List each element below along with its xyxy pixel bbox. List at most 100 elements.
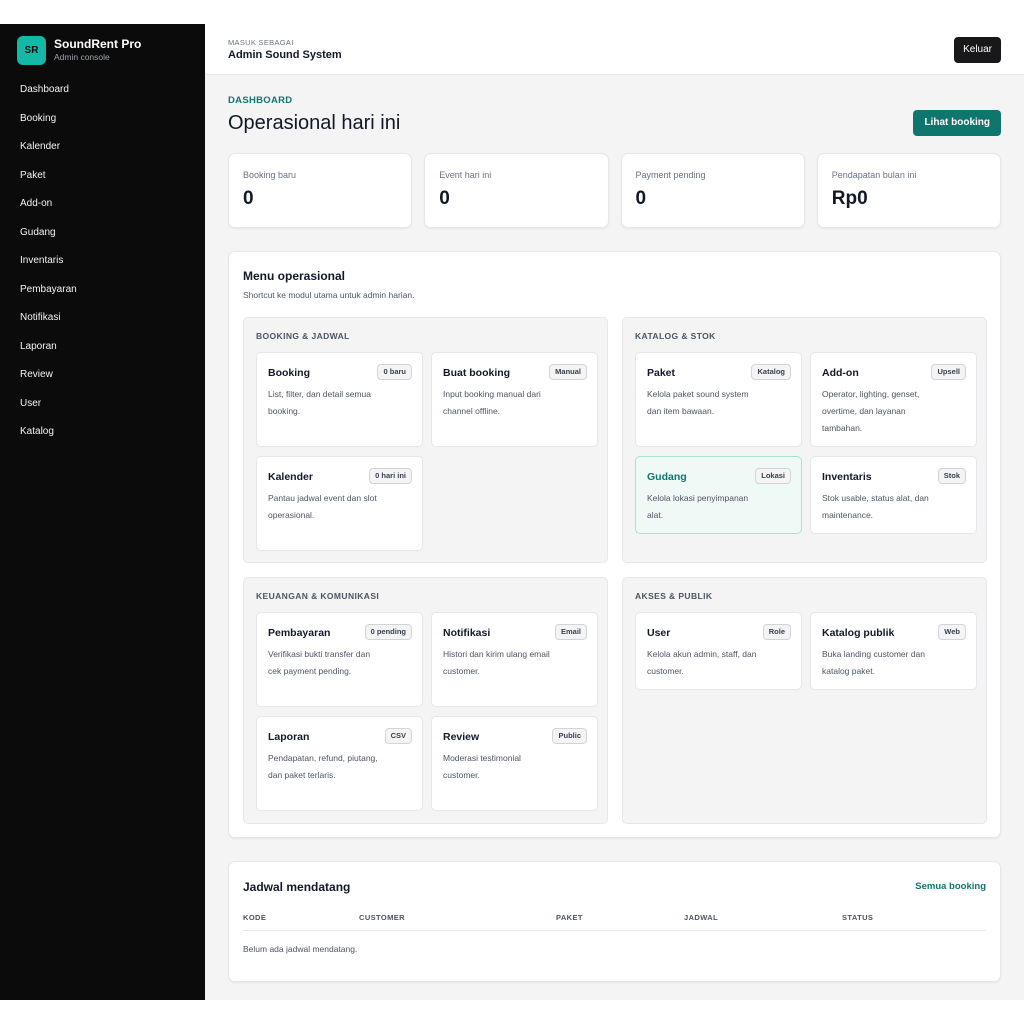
sidebar-item-dashboard[interactable]: Dashboard	[0, 76, 205, 105]
card-description: Histori dan kirim ulang email customer.	[443, 649, 550, 676]
card-badge: Katalog	[751, 364, 791, 380]
table-header: KODE CUSTOMER PAKET JADWAL STATUS	[243, 913, 986, 931]
card-badge: Public	[552, 728, 587, 744]
group-title: KATALOG & STOK	[635, 331, 716, 341]
card-title: Booking	[268, 367, 310, 379]
card-title: Buat booking	[443, 367, 511, 379]
card-inventory[interactable]: Inventaris Stok Stok usable, status alat…	[810, 456, 977, 534]
card-badge: Role	[762, 624, 791, 640]
sidebar-item-user[interactable]: User	[0, 390, 205, 419]
sidebar-item-paket[interactable]: Paket	[0, 162, 205, 191]
card-title: Katalog publik	[822, 627, 895, 639]
stat-value: 0	[243, 188, 254, 209]
group-finance-communication: KEUANGAN & KOMUNIKASI Pembayaran 0 pendi…	[243, 577, 608, 824]
card-payment[interactable]: Pembayaran 0 pending Verifikasi bukti tr…	[256, 612, 423, 707]
sidebar: SR SoundRent Pro Admin console Dashboard…	[0, 24, 205, 1000]
sidebar-nav: Dashboard Booking Kalender Paket Add-on …	[0, 76, 205, 447]
card-user[interactable]: User Role Kelola akun admin, staff, dan …	[635, 612, 802, 690]
brand[interactable]: SR SoundRent Pro Admin console	[0, 24, 205, 76]
card-badge: Stok	[937, 468, 966, 484]
card-title: Notifikasi	[443, 627, 491, 639]
card-description: List, filter, dan detail semua booking.	[268, 389, 372, 416]
column-header-customer: CUSTOMER	[359, 913, 405, 922]
card-report[interactable]: Laporan CSV Pendapatan, refund, piutang,…	[256, 716, 423, 811]
sidebar-item-add-on[interactable]: Add-on	[0, 190, 205, 219]
sidebar-item-laporan[interactable]: Laporan	[0, 333, 205, 362]
panel-subtitle: Shortcut ke modul utama untuk admin hari…	[243, 290, 415, 300]
card-booking[interactable]: Booking 0 baru List, filter, dan detail …	[256, 352, 423, 447]
stat-label: Payment pending	[635, 170, 706, 180]
card-badge: CSV	[384, 728, 412, 744]
stat-card-payment-pending: Payment pending 0	[620, 153, 805, 228]
card-notification[interactable]: Notifikasi Email Histori dan kirim ulang…	[431, 612, 598, 707]
empty-state: Belum ada jadwal mendatang.	[243, 944, 358, 954]
card-badge: Email	[554, 624, 587, 640]
sidebar-item-inventaris[interactable]: Inventaris	[0, 247, 205, 276]
card-description: Moderasi testimonial customer.	[443, 753, 521, 780]
card-description: Stok usable, status alat, dan maintenanc…	[822, 493, 929, 520]
main-content: MASUK SEBAGAI Admin Sound System Keluar …	[205, 24, 1024, 1000]
column-header-status: STATUS	[842, 913, 874, 922]
sidebar-item-pembayaran[interactable]: Pembayaran	[0, 276, 205, 305]
schedule-title: Jadwal mendatang	[243, 880, 351, 894]
card-add-on[interactable]: Add-on Upsell Operator, lighting, genset…	[810, 352, 977, 447]
sidebar-item-kalender[interactable]: Kalender	[0, 133, 205, 162]
page-kicker: DASHBOARD	[228, 95, 293, 106]
page-title: Operasional hari ini	[228, 112, 401, 134]
card-description: Kelola paket sound system dan item bawaa…	[647, 389, 749, 416]
logout-button[interactable]: Keluar	[954, 37, 1001, 63]
card-create-booking[interactable]: Buat booking Manual Input booking manual…	[431, 352, 598, 447]
stat-label: Booking baru	[243, 170, 297, 180]
group-title: KEUANGAN & KOMUNIKASI	[256, 591, 380, 601]
card-description: Operator, lighting, genset, overtime, da…	[822, 389, 920, 433]
group-booking-schedule: BOOKING & JADWAL Booking 0 baru List, fi…	[243, 317, 608, 563]
sidebar-item-gudang[interactable]: Gudang	[0, 219, 205, 248]
topbar: MASUK SEBAGAI Admin Sound System Keluar	[205, 24, 1024, 75]
card-title: Gudang	[647, 471, 687, 483]
card-review[interactable]: Review Public Moderasi testimonial custo…	[431, 716, 598, 811]
stat-value: Rp0	[831, 188, 868, 209]
operational-menu-panel: Menu operasional Shortcut ke modul utama…	[228, 251, 1001, 838]
card-badge: Manual	[549, 364, 587, 380]
sidebar-item-booking[interactable]: Booking	[0, 105, 205, 134]
card-title: User	[647, 627, 671, 639]
card-calendar[interactable]: Kalender 0 hari ini Pantau jadwal event …	[256, 456, 423, 551]
card-package[interactable]: Paket Katalog Kelola paket sound system …	[635, 352, 802, 447]
column-header-code: KODE	[243, 913, 267, 922]
column-header-schedule: JADWAL	[684, 913, 719, 922]
card-description: Kelola lokasi penyimpanan alat.	[647, 493, 749, 520]
sidebar-item-notifikasi[interactable]: Notifikasi	[0, 304, 205, 333]
card-description: Input booking manual dari channel offlin…	[443, 389, 541, 416]
card-description: Pendapatan, refund, piutang, dan paket t…	[268, 753, 378, 780]
stats-row: Booking baru 0 Event hari ini 0 Payment …	[228, 153, 1001, 228]
view-bookings-button[interactable]: Lihat booking	[913, 110, 1001, 136]
stat-card-events-today: Event hari ini 0	[424, 153, 609, 228]
panel-title: Menu operasional	[243, 269, 346, 283]
card-badge: 0 pending	[364, 624, 412, 640]
upcoming-schedule-panel: Jadwal mendatang Semua booking KODE CUST…	[228, 861, 1001, 982]
signed-in-label: MASUK SEBAGAI	[228, 38, 294, 47]
column-header-package: PAKET	[556, 913, 583, 922]
stat-card-monthly-revenue: Pendapatan bulan ini Rp0	[816, 153, 1001, 228]
group-catalog-stock: KATALOG & STOK Paket Katalog Kelola pake…	[622, 317, 987, 563]
all-bookings-link[interactable]: Semua booking	[915, 881, 986, 892]
card-description: Kelola akun admin, staff, dan customer.	[647, 649, 757, 676]
card-title: Pembayaran	[268, 627, 331, 639]
card-description: Pantau jadwal event dan slot operasional…	[268, 493, 377, 520]
card-badge: Web	[938, 624, 966, 640]
brand-name: SoundRent Pro	[54, 37, 142, 51]
signed-in-user: Admin Sound System	[228, 49, 342, 61]
card-title: Inventaris	[822, 471, 872, 483]
card-badge: Upsell	[931, 364, 966, 380]
card-title: Add-on	[822, 367, 859, 379]
stat-label: Event hari ini	[439, 170, 492, 180]
group-access-public: AKSES & PUBLIK User Role Kelola akun adm…	[622, 577, 987, 824]
brand-subtitle: Admin console	[54, 52, 110, 62]
card-description: Buka landing customer dan katalog paket.	[822, 649, 926, 676]
card-warehouse[interactable]: Gudang Lokasi Kelola lokasi penyimpanan …	[635, 456, 802, 534]
sidebar-item-review[interactable]: Review	[0, 361, 205, 390]
sidebar-item-katalog[interactable]: Katalog	[0, 418, 205, 447]
card-title: Kalender	[268, 471, 313, 483]
card-public-catalog[interactable]: Katalog publik Web Buka landing customer…	[810, 612, 977, 690]
brand-logo: SR	[17, 35, 46, 65]
